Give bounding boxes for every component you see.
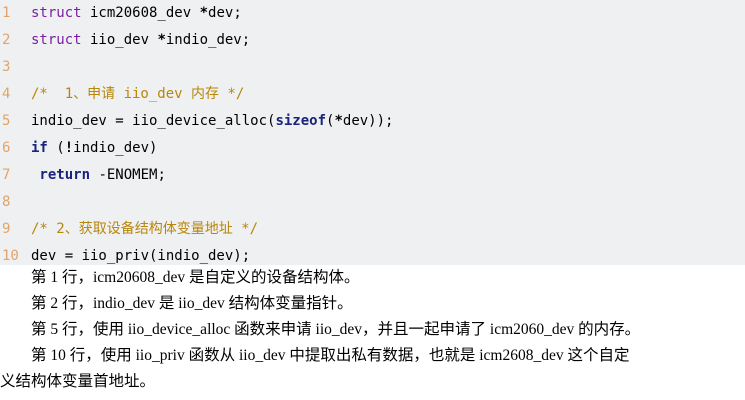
code-token: struct xyxy=(31,5,82,21)
code-token: iio_dev xyxy=(81,32,158,48)
code-text: /* 1、申请 iio_dev 内存 */ xyxy=(31,81,244,108)
code-token: dev)); xyxy=(342,113,394,129)
code-line: 2 struct iio_dev *indio_dev; xyxy=(0,27,745,54)
explanation-line-4: 第 10 行，使用 iio_priv 函数从 iio_dev 中提取出私有数据，… xyxy=(0,347,630,364)
code-line: 6 if (!indio_dev) xyxy=(0,135,745,162)
explanation-line-1: 第 1 行，icm20608_dev 是自定义的设备结构体。 xyxy=(0,269,360,286)
code-text: /* 2、获取设备结构体变量地址 */ xyxy=(31,216,258,243)
code-token: dev = iio_priv(indio_dev); xyxy=(31,248,251,264)
code-line: 8 xyxy=(0,189,745,216)
code-line: 7 return -ENOMEM; xyxy=(0,162,745,189)
explanation-line-5: 义结构体变量首地址。 xyxy=(0,373,156,390)
code-text: struct icm20608_dev *dev; xyxy=(31,0,242,27)
code-line: 5 indio_dev = iio_device_alloc(sizeof(*de… xyxy=(0,108,745,135)
code-text: if (!indio_dev) xyxy=(31,135,157,162)
code-token: return xyxy=(31,167,91,183)
code-token: struct xyxy=(31,32,82,48)
code-token: /* 1、申请 iio_dev 内存 */ xyxy=(31,86,245,102)
line-number: 4 xyxy=(2,86,11,102)
code-token: -ENOMEM; xyxy=(90,167,166,183)
line-number: 6 xyxy=(2,140,11,156)
code-text: struct iio_dev *indio_dev; xyxy=(31,27,250,54)
code-token: if xyxy=(31,140,48,156)
code-token: dev; xyxy=(208,5,242,21)
code-token: indio_dev = iio_device_alloc( xyxy=(31,113,276,129)
code-token: * xyxy=(157,32,166,48)
code-text: indio_dev = iio_device_alloc(sizeof(*dev… xyxy=(31,108,393,135)
code-token: * xyxy=(199,5,209,21)
code-line: 1 struct icm20608_dev *dev; xyxy=(0,0,745,27)
code-token: /* 2、获取设备结构体变量地址 */ xyxy=(31,221,259,237)
code-token: ( xyxy=(47,140,65,156)
line-number: 5 xyxy=(2,113,11,129)
line-number: 2 xyxy=(2,32,11,48)
code-line: 9 /* 2、获取设备结构体变量地址 */ xyxy=(0,216,745,243)
code-line: 3 xyxy=(0,54,745,81)
code-listing: 1 struct icm20608_dev *dev; 2 struct iio_de… xyxy=(0,0,745,265)
line-number: 9 xyxy=(2,221,11,237)
code-token: indio_dev) xyxy=(73,140,158,156)
code-token: icm20608_dev xyxy=(81,5,200,21)
code-token: ! xyxy=(64,140,74,156)
explanation-line-3: 第 5 行，使用 iio_device_alloc 函数来申请 iio_dev，… xyxy=(0,321,641,338)
code-text: return -ENOMEM; xyxy=(31,162,166,189)
code-token: * xyxy=(334,113,343,129)
line-number: 7 xyxy=(2,167,11,183)
line-number: 3 xyxy=(2,59,11,75)
line-number: 1 xyxy=(2,5,11,21)
explanation-line-2: 第 2 行，indio_dev 是 iio_dev 结构体变量指针。 xyxy=(0,295,353,312)
code-token: sizeof xyxy=(275,113,327,129)
code-line: 4 /* 1、申请 iio_dev 内存 */ xyxy=(0,81,745,108)
line-number: 8 xyxy=(2,194,11,210)
code-token: indio_dev; xyxy=(165,32,251,48)
